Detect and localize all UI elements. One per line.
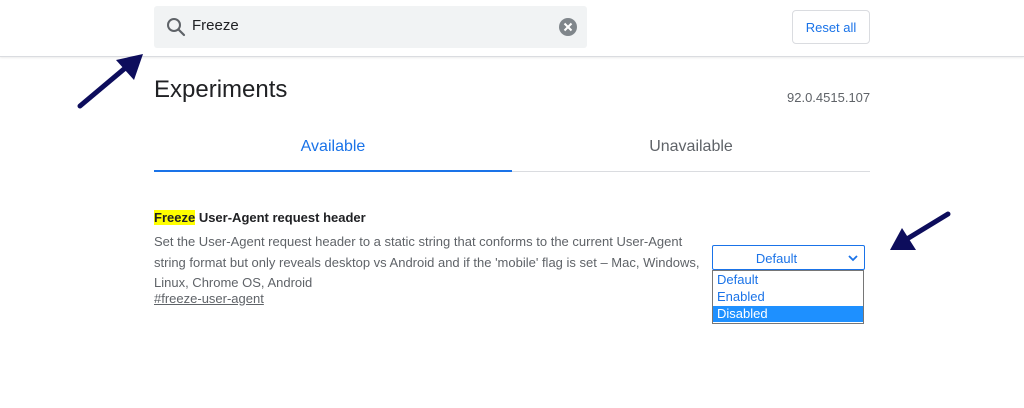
search-icon: [167, 18, 186, 37]
search-box[interactable]: Freeze: [154, 6, 587, 48]
select-value: Default: [755, 251, 798, 266]
flag-title-text: User-Agent request header: [195, 210, 366, 225]
page-title: Experiments: [154, 76, 288, 103]
flag-title: Freeze User-Agent request header: [154, 210, 366, 225]
top-bar: Freeze Reset all: [0, 0, 1024, 57]
reset-all-button[interactable]: Reset all: [792, 10, 870, 44]
clear-icon[interactable]: [559, 18, 577, 36]
tab-available[interactable]: Available: [154, 138, 512, 156]
flag-state-select[interactable]: Default: [712, 245, 865, 270]
search-input[interactable]: Freeze: [192, 17, 239, 34]
tab-active-indicator: [154, 170, 512, 172]
tab-unavailable[interactable]: Unavailable: [512, 138, 870, 156]
flag-link[interactable]: #freeze-user-agent: [154, 291, 264, 306]
search-highlight: Freeze: [154, 210, 196, 225]
arrow-icon: [77, 54, 143, 109]
flag-description: Set the User-Agent request header to a s…: [154, 234, 700, 290]
arrow-icon: [890, 211, 951, 250]
chevron-down-icon: [848, 255, 858, 262]
option-enabled[interactable]: Enabled: [713, 289, 863, 305]
version-label: 92.0.4515.107: [787, 90, 871, 105]
select-dropdown: Default Enabled Disabled: [712, 270, 864, 324]
option-disabled[interactable]: Disabled: [713, 306, 863, 322]
option-default[interactable]: Default: [713, 272, 863, 288]
